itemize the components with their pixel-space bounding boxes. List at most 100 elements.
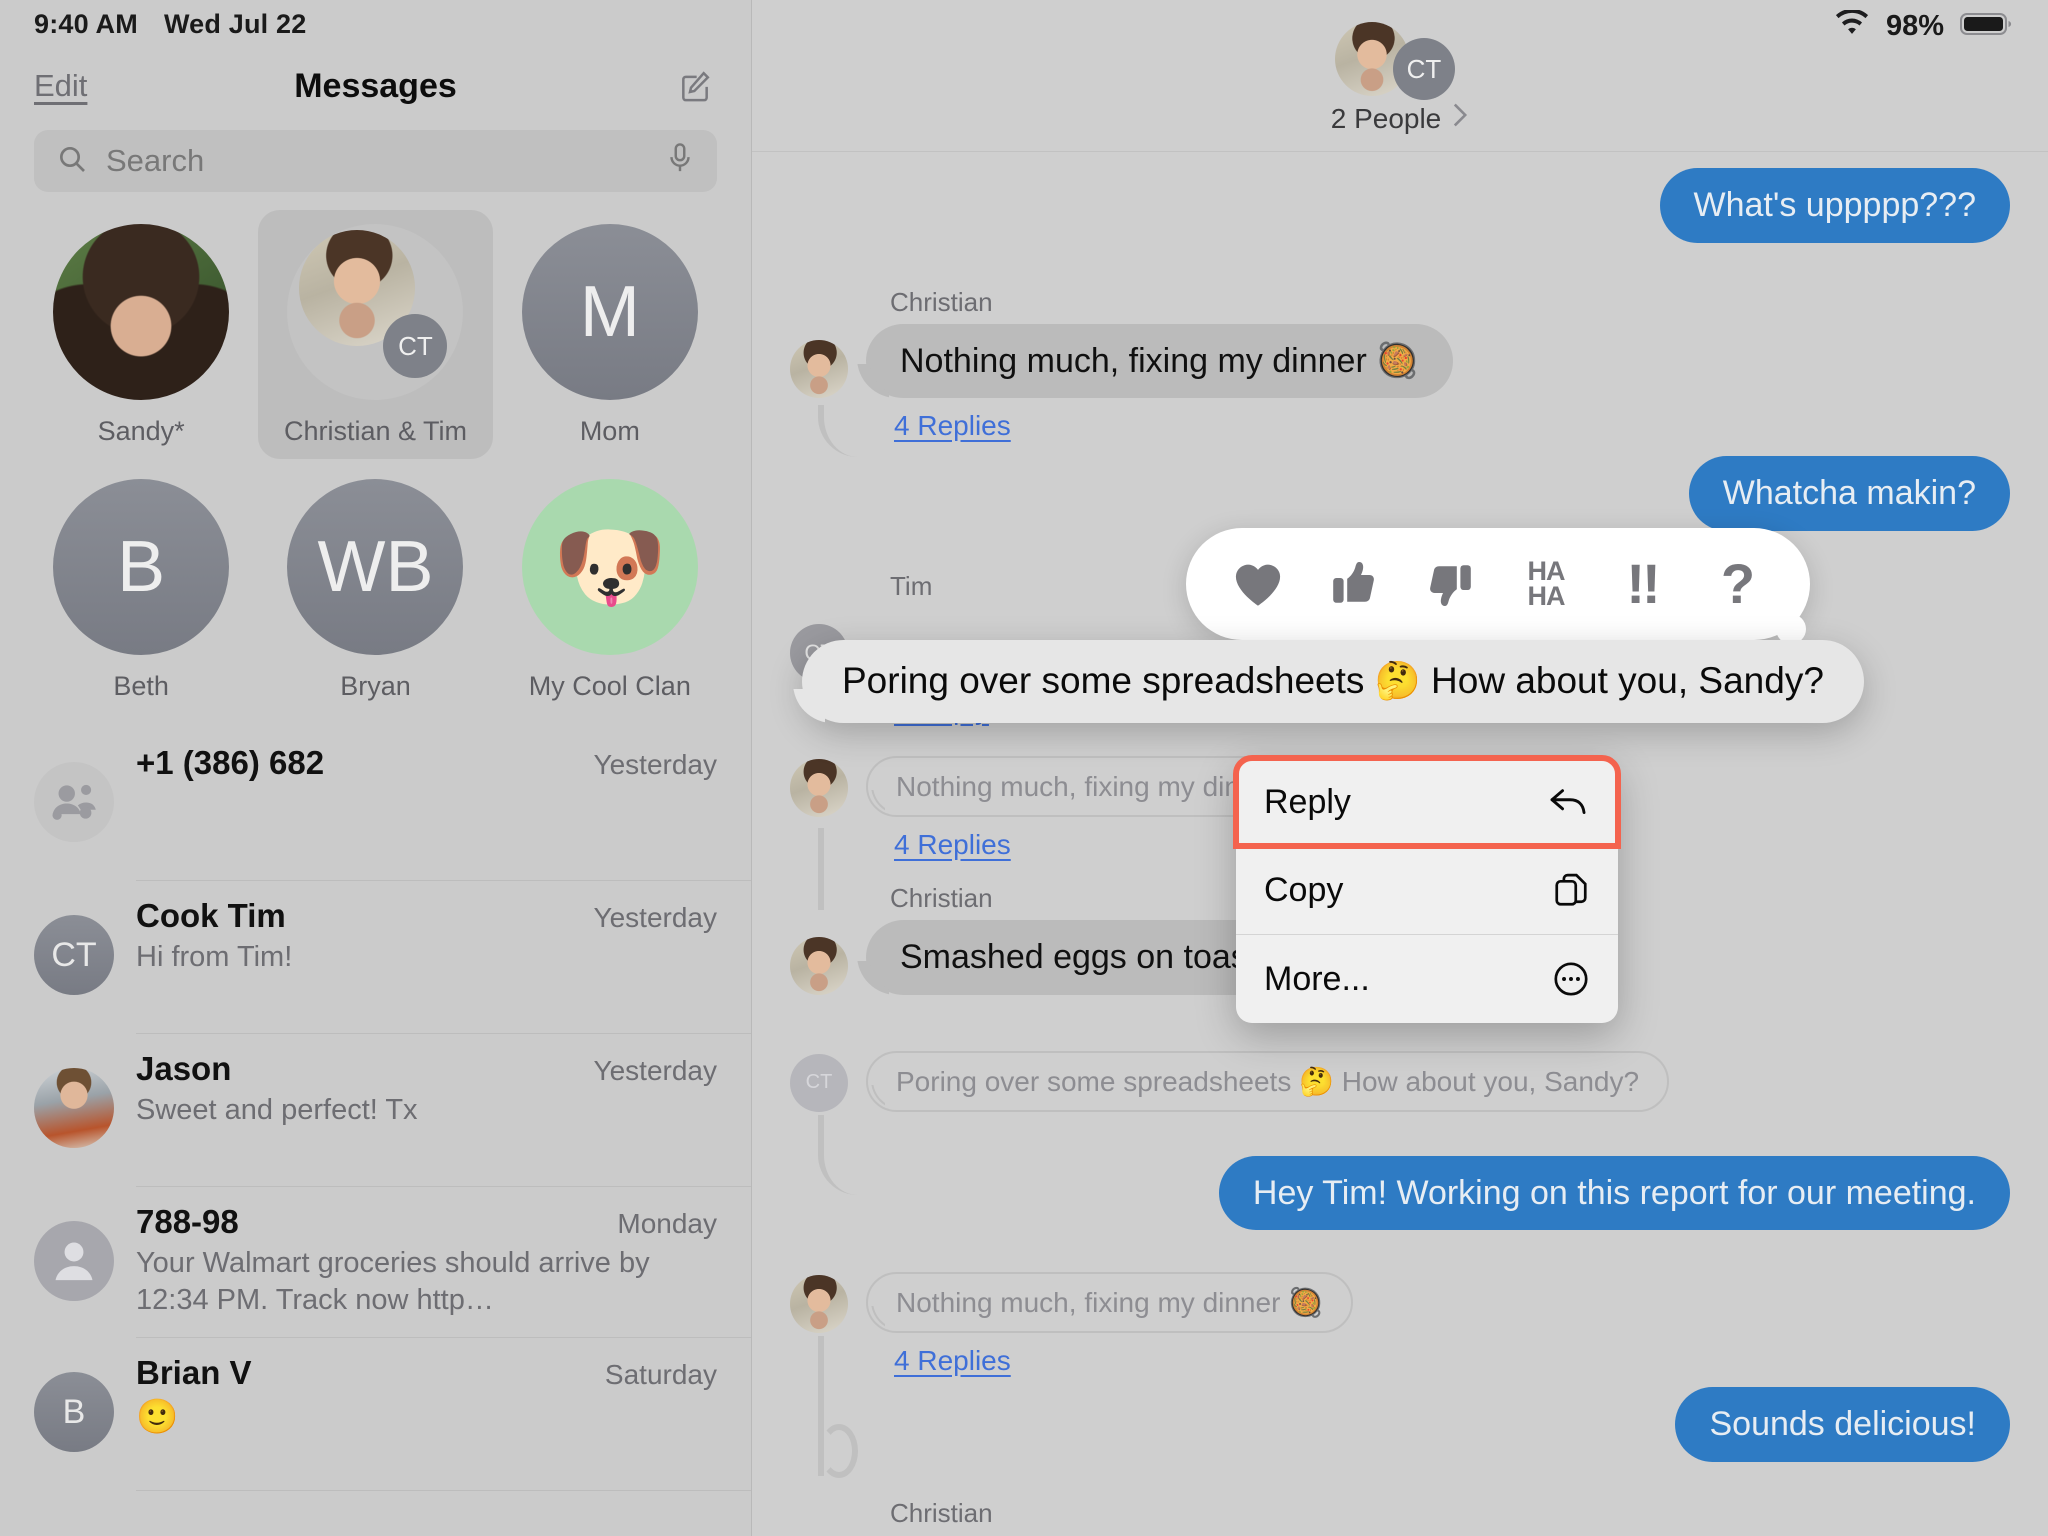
list-item[interactable]: CT Cook Tim Yesterday Hi from Tim! — [0, 881, 751, 1033]
search-input[interactable]: Search — [34, 130, 717, 192]
tapback-exclamation-icon[interactable]: !! — [1594, 528, 1690, 640]
context-menu-label: Reply — [1264, 782, 1351, 821]
collapsed-reply-bubble[interactable]: Poring over some spreadsheets 🤔 How abou… — [866, 1050, 1670, 1112]
search-icon — [56, 143, 88, 180]
list-item[interactable]: Jason Yesterday Sweet and perfect! Tx — [0, 1034, 751, 1186]
avatar — [790, 340, 848, 398]
pinned-item-sandy[interactable]: Sandy* — [24, 210, 258, 459]
avatar: WB — [287, 479, 464, 655]
edit-button[interactable]: Edit — [34, 68, 87, 104]
replies-link[interactable]: 4 Replies — [894, 410, 1011, 442]
tapback-bar: HA HA !! ? — [1186, 528, 1824, 668]
avatar: CT — [34, 915, 114, 995]
avatar — [53, 224, 230, 400]
avatar — [34, 1068, 114, 1148]
sidebar-nav-bar: Edit Messages — [0, 48, 751, 124]
list-item[interactable]: 788-98 Monday Your Walmart groceries sho… — [0, 1187, 751, 1337]
tapback-haha-icon[interactable]: HA HA — [1498, 528, 1594, 640]
conversation-time: Saturday — [604, 1359, 717, 1391]
conversation-preview: 🙂 — [136, 1397, 179, 1438]
tapback-question-icon[interactable]: ? — [1690, 528, 1824, 668]
tapback-thumbs-up-icon[interactable] — [1306, 528, 1402, 640]
list-item-body: Cook Tim Yesterday Hi from Tim! — [136, 897, 717, 1033]
person-avatar-icon — [34, 1221, 114, 1301]
context-menu: Reply Copy More... — [1233, 755, 1621, 1023]
pinned-label: My Cool Clan — [528, 671, 691, 701]
conversation-name: 788-98 — [136, 1203, 239, 1240]
focused-message-bubble[interactable]: Poring over some spreadsheets 🤔 How abou… — [802, 640, 1864, 723]
pinned-item-christian-and-tim[interactable]: CT Christian & Tim — [258, 210, 493, 459]
conversation-preview: Sweet and perfect! Tx — [136, 1094, 418, 1126]
message-bubble-outgoing[interactable]: What's uppppp??? — [1659, 168, 2010, 243]
list-item-body: 788-98 Monday Your Walmart groceries sho… — [136, 1203, 717, 1337]
conversations-sidebar: 9:40 AM Wed Jul 22 Edit Messages Search … — [0, 0, 752, 1536]
divider — [136, 1490, 751, 1492]
conversation-name: +1 (386) 682 — [136, 744, 325, 781]
pinned-item-mom[interactable]: M Mom — [493, 210, 727, 459]
message-bubble-outgoing[interactable]: Hey Tim! Working on this report for our … — [1218, 1155, 2010, 1230]
status-bar: 9:40 AM Wed Jul 22 — [0, 0, 751, 48]
message-text: Smashed eggs on toast — [900, 938, 1258, 976]
context-menu-item-reply[interactable]: Reply — [1233, 755, 1621, 849]
header-avatars[interactable]: CT — [1315, 22, 1485, 100]
message-bubble-incoming[interactable]: Smashed eggs on toast — [866, 920, 1292, 995]
list-item[interactable]: +1 (386) 682 Yesterday — [0, 728, 751, 880]
message-bubble-outgoing[interactable]: Whatcha makin? — [1688, 456, 2010, 531]
pinned-item-beth[interactable]: B Beth — [24, 465, 258, 714]
collapsed-reply-bubble[interactable]: Nothing much, fixing my dinner 🥘 — [866, 1272, 1354, 1333]
message-group: Nothing much, fixing my dinner 🥘 4 Repli… — [790, 1272, 2010, 1478]
wifi-icon — [1834, 8, 1870, 43]
search-placeholder: Search — [106, 143, 205, 178]
avatar: B — [53, 479, 230, 655]
context-menu-item-more[interactable]: More... — [1236, 935, 1618, 1023]
conversation-pane: 98% CT 2 People What's uppppp??? Christi… — [752, 0, 2048, 1536]
replies-link[interactable]: 4 Replies — [894, 1345, 1011, 1377]
replies-link[interactable]: 4 Replies — [894, 829, 1011, 861]
message-row: Whatcha makin? — [790, 456, 2010, 531]
context-menu-item-copy[interactable]: Copy — [1236, 846, 1618, 934]
avatar: CT — [287, 224, 464, 400]
group-avatar-icon — [34, 762, 114, 842]
page-title: Messages — [294, 66, 457, 105]
conversation-time: Yesterday — [593, 749, 718, 780]
pinned-label: Sandy* — [97, 416, 185, 446]
message-group: Christian — [790, 1498, 2010, 1529]
message-row: Sounds delicious! — [790, 1387, 2010, 1462]
battery-full-icon — [1960, 10, 2014, 43]
message-text: Nothing much, fixing my dinner 🥘 — [900, 341, 1419, 380]
conversation-time: Yesterday — [593, 1055, 718, 1086]
microphone-icon[interactable] — [665, 142, 695, 181]
avatar — [790, 759, 848, 817]
avatar — [790, 1275, 848, 1333]
pinned-item-bryan[interactable]: WB Bryan — [258, 465, 492, 714]
pinned-item-my-cool-clan[interactable]: 🐶 My Cool Clan — [493, 465, 727, 714]
list-item-body: Jason Yesterday Sweet and perfect! Tx — [136, 1050, 717, 1186]
message-row: Hey Tim! Working on this report for our … — [790, 1155, 2010, 1230]
message-group: CT Poring over some spreadsheets 🤔 How a… — [790, 1050, 2010, 1195]
conversation-time: Monday — [617, 1208, 717, 1239]
copy-icon — [1552, 871, 1590, 909]
search-wrap: Search — [0, 124, 751, 192]
tapback-heart-icon[interactable] — [1210, 528, 1306, 640]
dog-memoji-icon: 🐶 — [552, 513, 668, 620]
message-text: Poring over some spreadsheets 🤔 How abou… — [896, 1065, 1640, 1097]
message-group: Christian Nothing much, fixing my dinner… — [790, 287, 2010, 457]
conversation-preview: Hi from Tim! — [136, 941, 293, 973]
sender-name: Christian — [890, 1497, 993, 1528]
message-bubble-outgoing[interactable]: Sounds delicious! — [1675, 1387, 2010, 1462]
message-row: Nothing much, fixing my dinner 🥘 — [790, 1272, 2010, 1333]
battery-percent: 98% — [1885, 10, 1944, 42]
participants-button[interactable]: 2 People — [1331, 102, 1470, 135]
status-date: Wed Jul 22 — [163, 8, 307, 39]
tapback-thumbs-down-icon[interactable] — [1402, 528, 1498, 640]
conversation-name: Brian V — [136, 1354, 252, 1392]
list-item[interactable]: B Brian V Saturday 🙂 — [0, 1338, 751, 1490]
avatar: 🐶 — [521, 479, 698, 655]
conversation-name: Cook Tim — [136, 897, 286, 934]
list-item-body: +1 (386) 682 Yesterday — [136, 744, 717, 880]
status-time: 9:40 AM — [34, 8, 138, 39]
compose-icon[interactable] — [673, 64, 717, 108]
conversation-name: Jason — [136, 1050, 232, 1087]
message-bubble-incoming[interactable]: Nothing much, fixing my dinner 🥘 — [866, 323, 1453, 398]
avatar — [790, 936, 848, 995]
